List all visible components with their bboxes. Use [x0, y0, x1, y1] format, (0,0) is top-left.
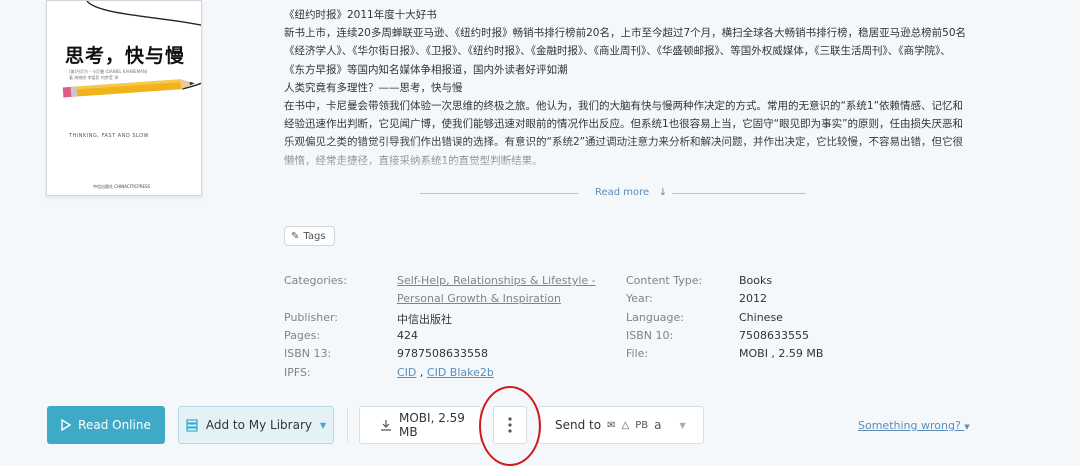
read-more-label: Read more [595, 187, 650, 198]
description-line: 《纽约时报》2011年度十大好书 [284, 9, 437, 21]
email-icon: ✉ [607, 419, 616, 431]
send-to-label: Send to [555, 418, 602, 432]
language-value: Chinese [739, 311, 783, 324]
cover-author: [美]丹尼尔・卡尼曼 (DANIEL KAHNEMAN) 著 胡晓姣 李爱民 何… [69, 69, 148, 80]
cover-english-title: THINKING, FAST AND SLOW [69, 133, 149, 139]
cover-publisher-logo: 中信出版社 CHINACITICPRESS [93, 184, 151, 189]
file-value: MOBI , 2.59 MB [739, 347, 824, 360]
read-more-link[interactable]: Read more ↓ [593, 187, 670, 198]
read-online-label: Read Online [78, 418, 151, 432]
caret-down-icon: ▼ [964, 423, 970, 431]
publisher-label: Publisher: [284, 311, 339, 324]
divider [672, 193, 806, 194]
add-to-library-label: Add to My Library [205, 418, 312, 432]
button-divider [347, 408, 348, 442]
play-icon [61, 419, 72, 431]
isbn10-label: ISBN 10: [626, 329, 674, 342]
ipfs-blake2b-link[interactable]: CID Blake2b [427, 366, 494, 379]
tags-label: Tags [303, 230, 326, 242]
cover-title: 思考，快与慢 [65, 45, 186, 67]
ipfs-label: IPFS: [284, 366, 311, 379]
tags-button[interactable]: ✎ Tags [284, 226, 335, 246]
caret-down-icon: ▼ [319, 420, 327, 430]
send-to-button[interactable]: Send to ✉ △ PB a ▼ [538, 406, 704, 444]
arrow-down-icon: ↓ [652, 187, 668, 198]
pocketbook-label: PB [635, 419, 649, 431]
description-fade [284, 140, 974, 180]
language-label: Language: [626, 311, 684, 324]
pages-value: 424 [397, 329, 418, 342]
categories-link[interactable]: Self-Help, Relationships & Lifestyle - [397, 274, 596, 287]
publisher-value: 中信出版社 [397, 313, 452, 326]
year-value: 2012 [739, 292, 767, 305]
description-line: 《经济学人》、《华尔街日报》、《卫报》、《纽约时报》、《金融时报》、《商业周刊》… [284, 45, 951, 76]
cover-art [62, 1, 201, 98]
isbn13-value: 9787508633558 [397, 347, 488, 360]
divider [420, 193, 578, 194]
drive-icon: △ [621, 419, 630, 431]
categories-label: Categories: [284, 274, 347, 287]
library-icon [186, 418, 198, 432]
amazon-icon: a [654, 418, 662, 432]
description-line: 人类究竟有多理性？——思考，快与慢 [284, 81, 463, 94]
description-line: 新书上市，连续20多周蝉联亚马逊、《纽约时报》畅销书排行榜前20名，上市至今超过… [284, 27, 966, 40]
something-wrong-link[interactable]: Something wrong? ▼ [858, 419, 970, 432]
ipfs-separator: , [416, 366, 427, 379]
add-to-library-button[interactable]: Add to My Library ▼ [178, 406, 334, 444]
year-label: Year: [626, 292, 653, 305]
isbn13-label: ISBN 13: [284, 347, 332, 360]
something-wrong-label: Something wrong? [858, 419, 961, 432]
ipfs-values: CID , CID Blake2b [397, 366, 494, 379]
pages-label: Pages: [284, 329, 321, 342]
file-label: File: [626, 347, 649, 360]
book-cover[interactable]: 思考，快与慢 [美]丹尼尔・卡尼曼 (DANIEL KAHNEMAN) 著 胡晓… [46, 0, 202, 196]
pencil-icon: ✎ [291, 230, 300, 242]
download-icon [381, 420, 391, 431]
read-online-button[interactable]: Read Online [47, 406, 165, 444]
isbn10-value: 7508633555 [739, 329, 809, 342]
caret-down-icon: ▼ [679, 420, 686, 430]
content-type-label: Content Type: [626, 274, 703, 287]
content-type-value: Books [739, 274, 773, 287]
annotation-circle [479, 386, 541, 466]
download-button[interactable]: MOBI, 2.59 MB [359, 406, 481, 444]
ipfs-cid-link[interactable]: CID [397, 366, 416, 379]
categories-link-cont[interactable]: Personal Growth & Inspiration [397, 292, 561, 305]
download-label: MOBI, 2.59 MB [399, 411, 465, 439]
